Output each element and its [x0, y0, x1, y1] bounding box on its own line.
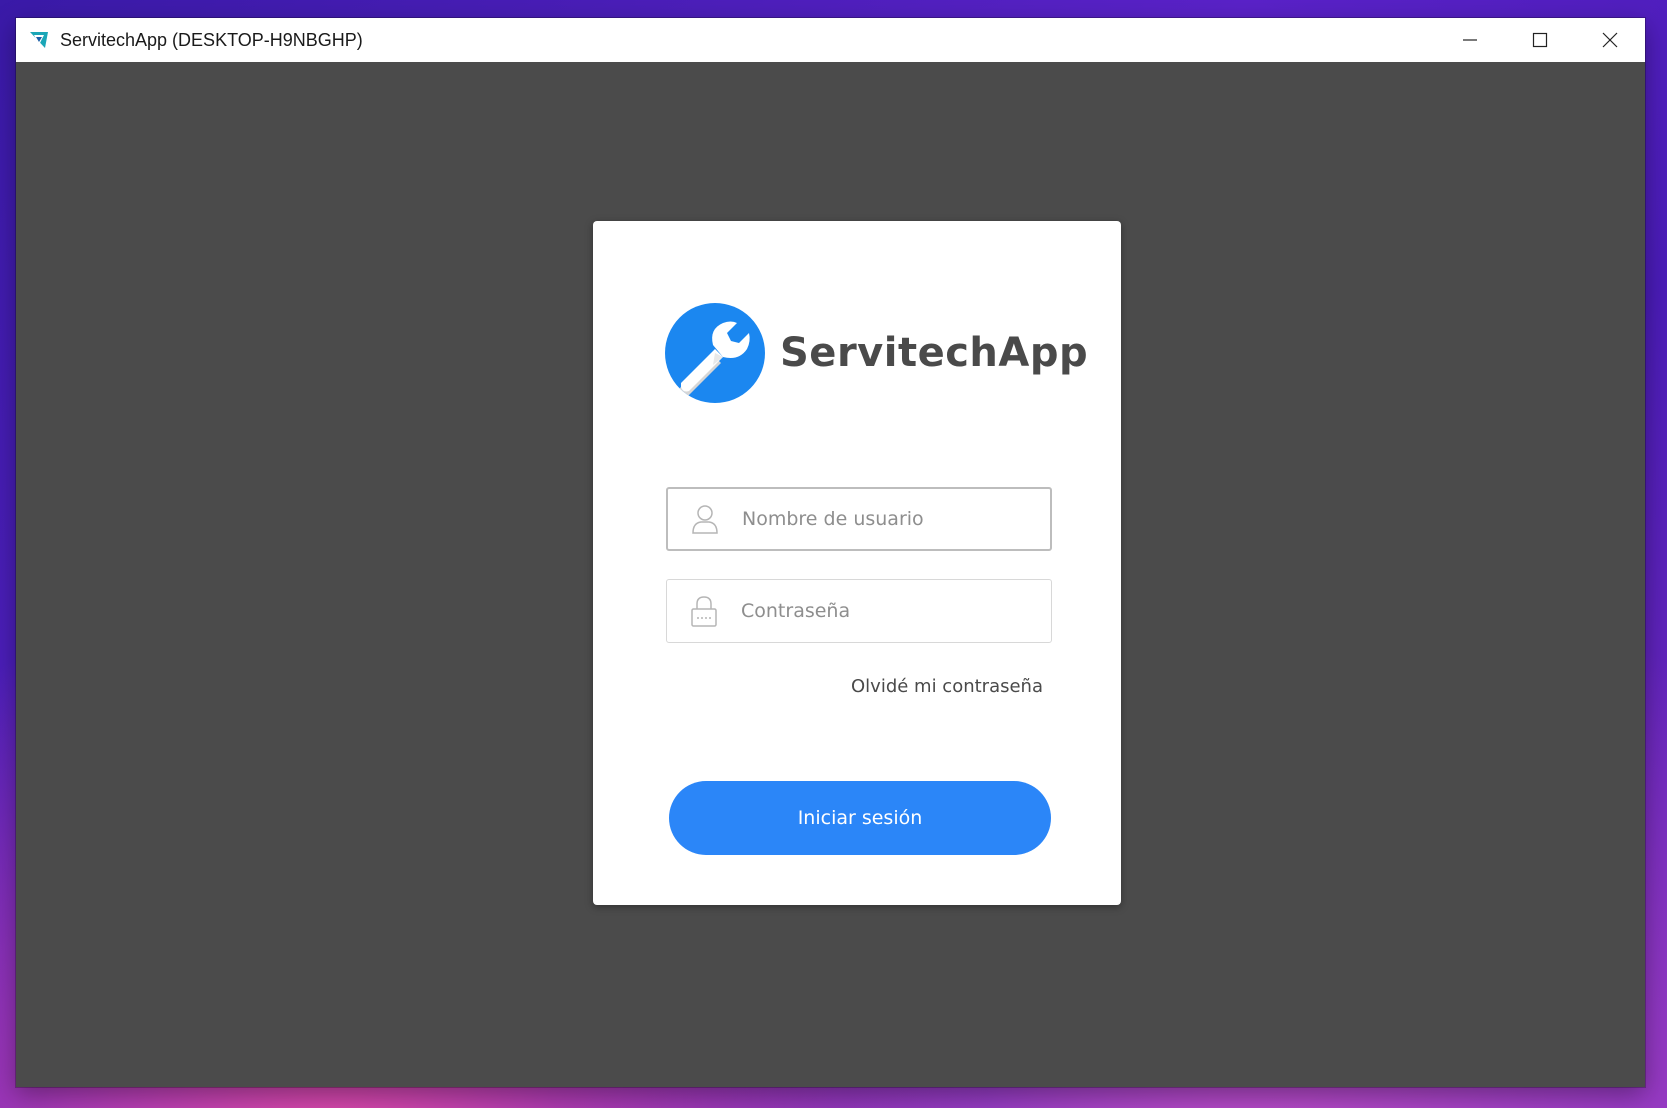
wrench-icon	[665, 303, 765, 403]
lock-icon	[689, 594, 719, 628]
maximize-button[interactable]	[1505, 18, 1575, 62]
app-window: ServitechApp (DESKTOP-H9NBGHP) Servitech…	[16, 18, 1645, 1087]
login-button[interactable]: Iniciar sesión	[669, 781, 1051, 855]
close-icon	[1602, 32, 1618, 48]
minimize-icon	[1463, 39, 1477, 41]
window-title: ServitechApp (DESKTOP-H9NBGHP)	[60, 29, 363, 50]
username-field[interactable]	[666, 487, 1052, 551]
window-controls	[1435, 18, 1645, 62]
forgot-password-link[interactable]: Olvidé mi contraseña	[851, 676, 1043, 697]
servitech-app-icon	[28, 29, 50, 51]
maximize-icon	[1532, 32, 1548, 48]
user-icon	[690, 502, 720, 536]
logo-text: ServitechApp	[780, 330, 1089, 376]
app-logo: ServitechApp	[665, 303, 1088, 403]
password-field[interactable]	[666, 579, 1052, 643]
minimize-button[interactable]	[1435, 18, 1505, 62]
login-card: ServitechApp Nombre de usuario Olvidé mi…	[593, 221, 1121, 905]
password-input[interactable]	[739, 599, 1033, 623]
title-bar[interactable]: ServitechApp (DESKTOP-H9NBGHP)	[16, 18, 1645, 62]
close-button[interactable]	[1575, 18, 1645, 62]
username-input[interactable]	[740, 507, 1034, 531]
